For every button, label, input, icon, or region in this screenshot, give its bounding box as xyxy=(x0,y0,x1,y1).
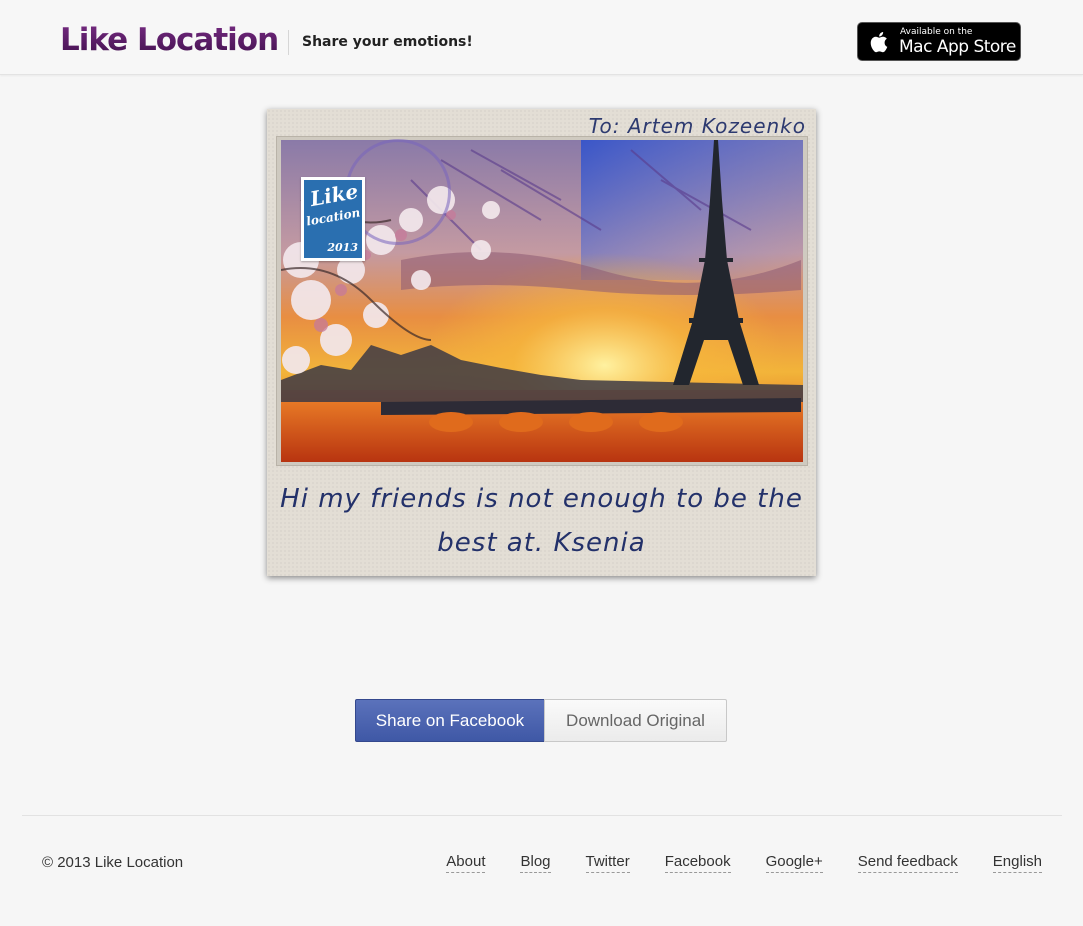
footer-divider xyxy=(22,815,1062,816)
apple-icon xyxy=(870,32,888,53)
footer-links: About Blog Twitter Facebook Google+ Send… xyxy=(446,852,1042,873)
download-original-button[interactable]: Download Original xyxy=(544,699,727,742)
postcard: To: Artem Kozeenko Like location 2013 Hi… xyxy=(267,109,816,576)
footer-link-send-feedback[interactable]: Send feedback xyxy=(857,852,958,873)
photo-frame: Like location 2013 xyxy=(276,136,808,466)
stamp-inner: Like location 2013 xyxy=(304,179,362,258)
stamp-year: 2013 xyxy=(327,241,358,254)
footer-link-googleplus[interactable]: Google+ xyxy=(765,852,823,873)
mac-app-store-badge[interactable]: Available on the Mac App Store xyxy=(857,22,1021,61)
share-facebook-button[interactable]: Share on Facebook xyxy=(355,699,545,742)
site-tagline: Share your emotions! xyxy=(302,34,473,50)
site-logo[interactable]: Like Location xyxy=(60,20,279,60)
footer-copyright: © 2013 Like Location xyxy=(42,854,184,871)
appstore-big-text: Mac App Store xyxy=(899,37,1016,57)
footer-link-twitter[interactable]: Twitter xyxy=(585,852,630,873)
footer-link-about[interactable]: About xyxy=(446,852,486,873)
footer-link-blog[interactable]: Blog xyxy=(520,852,551,873)
like-location-stamp: Like location 2013 xyxy=(301,177,365,261)
footer-link-facebook[interactable]: Facebook xyxy=(664,852,731,873)
postcard-message: Hi my friends is not enough to be the be… xyxy=(280,484,803,558)
language-selector[interactable]: English xyxy=(992,852,1042,873)
site-header: Like Location Share your emotions! Avail… xyxy=(0,0,1083,75)
header-divider xyxy=(288,30,289,55)
